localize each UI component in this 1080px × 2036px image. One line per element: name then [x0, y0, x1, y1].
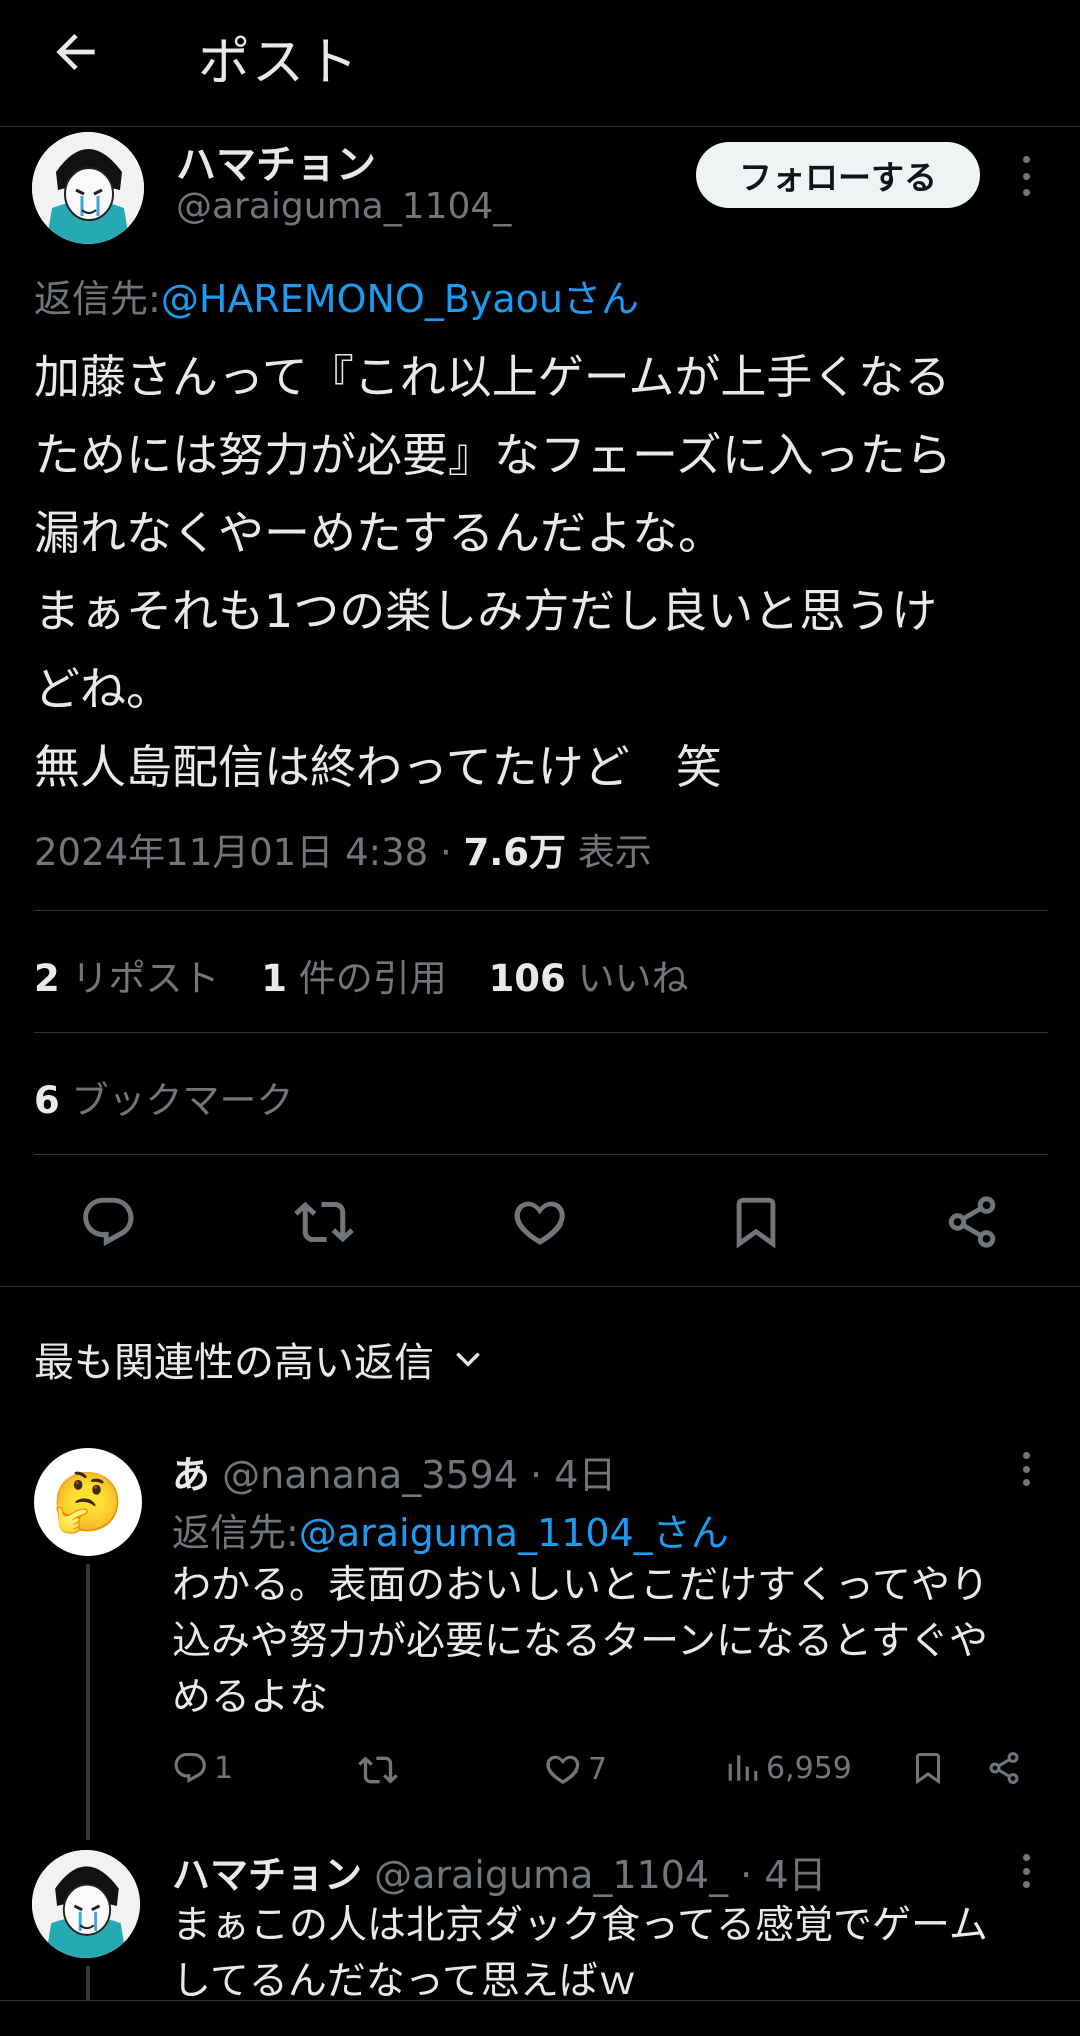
top-bar: ポスト	[0, 0, 1080, 127]
reply-author-name[interactable]: あ	[172, 1453, 210, 1497]
likes-count: 106	[488, 957, 566, 1000]
reply-avatar[interactable]	[32, 1850, 140, 1958]
thinking-face-icon: 🤔	[51, 1467, 125, 1536]
more-options-icon[interactable]	[1016, 1452, 1036, 1486]
divider	[34, 1032, 1048, 1033]
post-timestamp[interactable]: 2024年11月01日 4:38	[34, 831, 428, 874]
reply-to-line: 返信先:@araiguma_1104_さん	[172, 1502, 729, 1557]
reply-to-line: 返信先:@HAREMONO_Byaouさん	[34, 268, 639, 323]
bookmarks-label: ブックマーク	[71, 1079, 294, 1122]
like-heart-icon	[546, 1755, 580, 1785]
reply-to-handle-link[interactable]: @araiguma_1104_さん	[299, 1511, 729, 1555]
divider	[0, 2000, 1080, 2001]
reply-count: 1	[214, 1750, 234, 1786]
bookmarks-stat[interactable]: 6 ブックマーク	[34, 1070, 294, 1124]
reply-avatar[interactable]: 🤔	[34, 1448, 142, 1556]
reply-author-handle[interactable]: @araiguma_1104_	[374, 1853, 728, 1897]
repost-icon	[358, 1756, 398, 1784]
more-options-icon[interactable]	[1016, 1854, 1036, 1888]
post-body: 加藤さんって『これ以上ゲームが上手くなる ためには努力が必要』なフェーズに入った…	[34, 350, 952, 794]
bookmark-icon[interactable]	[720, 1190, 792, 1254]
back-arrow-icon[interactable]	[48, 24, 112, 80]
author-handle[interactable]: @araiguma_1104_	[176, 186, 511, 227]
reply-author-handle[interactable]: @nanana_3594	[222, 1453, 518, 1497]
reposts-stat[interactable]: 2 リポスト	[34, 957, 220, 1000]
reply-time[interactable]: · 4日	[530, 1453, 616, 1497]
reply-icon	[174, 1753, 206, 1783]
engagement-stats: 2 リポスト 1 件の引用 106 いいね	[34, 948, 689, 1002]
likes-label: いいね	[577, 957, 689, 1000]
reply-author-name[interactable]: ハマチョン	[172, 1853, 362, 1897]
like-heart-icon[interactable]	[504, 1190, 576, 1254]
share-icon	[989, 1752, 1019, 1784]
author-name[interactable]: ハマチョン	[176, 132, 376, 190]
quotes-stat[interactable]: 1 件の引用	[261, 957, 447, 1000]
chevron-down-icon	[456, 1352, 480, 1367]
views-label: 表示	[577, 831, 652, 874]
divider	[34, 1154, 1048, 1155]
reply-header: あ @nanana_3594 · 4日	[172, 1444, 616, 1499]
thread-line	[86, 1966, 90, 2000]
reply-time[interactable]: · 4日	[740, 1853, 826, 1897]
reposts-label: リポスト	[71, 957, 220, 1000]
reply-body: わかる。表面のおいしいとこだけすくってやり 込みや努力が必要になるターンになると…	[172, 1563, 990, 1720]
quotes-count: 1	[261, 957, 288, 1000]
divider	[34, 910, 1048, 911]
like-count: 7	[588, 1751, 608, 1787]
meta-separator: ·	[428, 831, 464, 874]
post-meta: 2024年11月01日 4:38 · 7.6万 表示	[34, 822, 652, 876]
thread-line	[86, 1564, 90, 1840]
reply-to-handle-link[interactable]: @HAREMONO_Byaouさん	[161, 277, 639, 321]
page-title: ポスト	[198, 33, 361, 93]
reply-to-prefix: 返信先:	[172, 1511, 299, 1555]
reply-to-prefix: 返信先:	[34, 277, 161, 321]
bookmarks-count: 6	[34, 1079, 60, 1122]
bookmark-icon	[916, 1753, 940, 1785]
divider	[0, 1286, 1080, 1287]
reply-sort-dropdown[interactable]: 最も関連性の高い返信	[34, 1330, 484, 1388]
reply-views-button[interactable]: 6,959	[726, 1750, 852, 1786]
reply-body: まぁこの人は北京ダック食ってる感覚でゲーム してるんだなって思えばｗ	[172, 1903, 988, 2004]
share-icon[interactable]	[936, 1190, 1008, 1254]
likes-stat[interactable]: 106 いいね	[489, 957, 689, 1000]
reply-comment-button[interactable]: 1	[172, 1750, 233, 1786]
quotes-label: 件の引用	[298, 957, 447, 1000]
views-chart-icon	[728, 1755, 758, 1781]
views-count: 7.6万	[463, 831, 567, 874]
repost-icon[interactable]	[288, 1190, 360, 1254]
reply-repost-button[interactable]	[358, 1750, 398, 1790]
follow-button[interactable]: フォローする	[696, 142, 980, 208]
sort-label: 最も関連性の高い返信	[34, 1340, 434, 1386]
view-count: 6,959	[766, 1750, 852, 1786]
reply-icon[interactable]	[72, 1190, 144, 1254]
reply-share-button[interactable]	[986, 1750, 1022, 1786]
more-options-icon[interactable]	[1016, 156, 1036, 196]
reply-like-button[interactable]: 7	[544, 1750, 607, 1788]
author-avatar[interactable]	[32, 132, 144, 244]
reposts-count: 2	[34, 957, 60, 1000]
reply-bookmark-button[interactable]	[910, 1750, 946, 1786]
reply-header: ハマチョン @araiguma_1104_ · 4日	[172, 1844, 827, 1899]
